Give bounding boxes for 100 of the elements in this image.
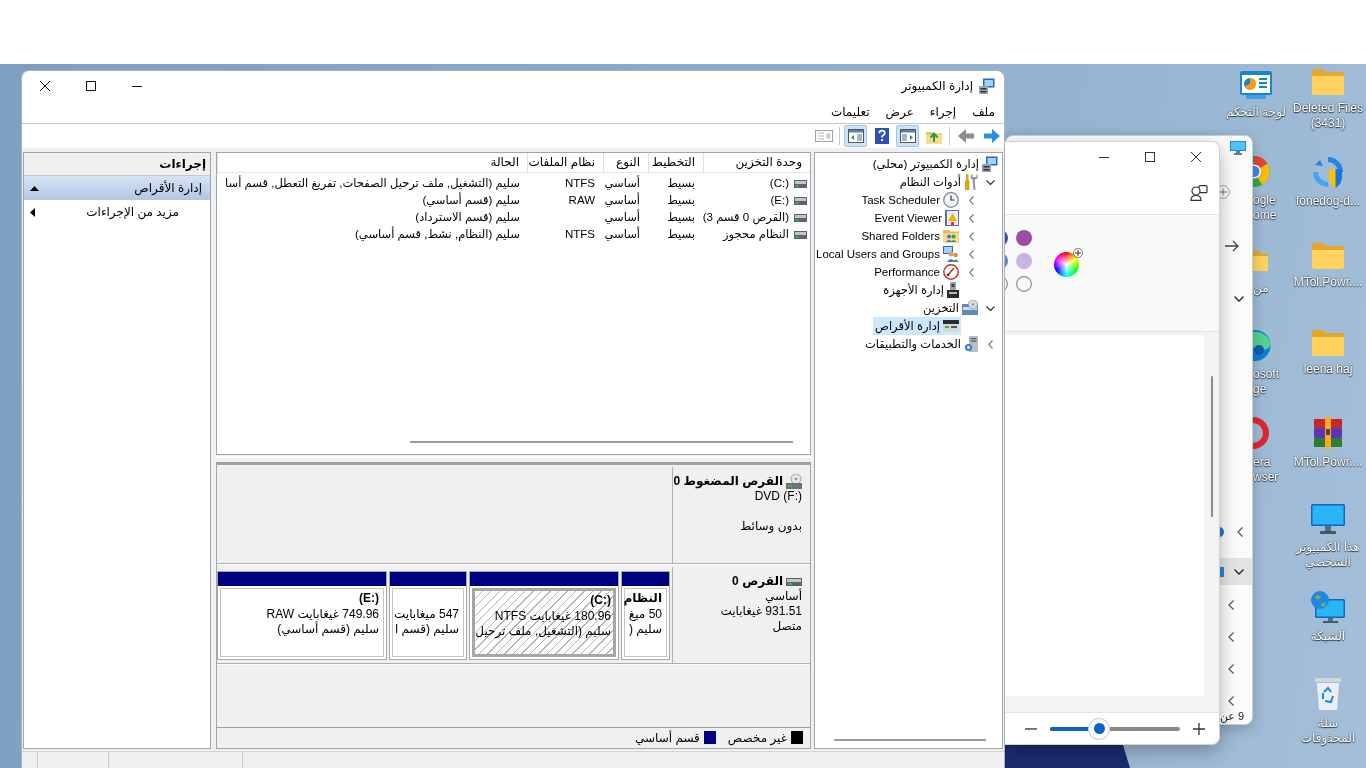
table-cell: أساسي (604, 228, 640, 240)
table-cell: أساسي (604, 177, 640, 189)
scrollbar-thumb[interactable] (834, 739, 986, 741)
color-wheel-icon[interactable] (1054, 248, 1083, 277)
disk-drive-icon (786, 577, 802, 586)
table-cell: بسيط (667, 194, 695, 206)
table-cell: سليم (قسم الاسترداد) (415, 211, 520, 223)
gauge-icon (943, 264, 959, 280)
chevron-down-icon[interactable] (985, 305, 995, 311)
chevron-left-icon[interactable] (968, 195, 974, 205)
column-header[interactable]: وحدة التخزين (703, 153, 810, 172)
partition-block[interactable]: 547 ميغابايت سليم (قسم ا (389, 571, 467, 660)
tree-pane-icon (899, 129, 916, 143)
scrollbar-thumb[interactable] (1210, 376, 1213, 517)
disk-type: DVD (F:) (754, 489, 802, 503)
chevron-left-icon[interactable] (968, 213, 974, 223)
disk-type: أساسي (764, 589, 802, 603)
disk-size: 931.51 غيغابايت (720, 604, 802, 618)
tree-item[interactable]: أدوات النظام (897, 173, 980, 191)
legend-label: قسم أساسي (635, 730, 700, 745)
tree-item[interactable]: التخزين (921, 299, 980, 317)
tree-item[interactable]: إدارة الكمبيوتر (محلي) (870, 155, 1000, 173)
table-cell: بسيط (667, 228, 695, 240)
tree-item[interactable]: Shared Folders (859, 227, 961, 245)
forward-arrow-icon (983, 129, 1000, 143)
tools-icon (964, 174, 978, 190)
tree-item[interactable]: Local Users and Groups (814, 245, 961, 263)
zoom-slider[interactable] (1050, 718, 1180, 739)
column-header[interactable]: النوع (603, 153, 648, 172)
tree-item[interactable]: الخدمات والتطبيقات (862, 335, 980, 353)
chevron-left-icon (1228, 600, 1234, 610)
chevron-left-icon (1228, 696, 1234, 706)
drive-icon (794, 179, 807, 188)
monitor-icon (1230, 141, 1246, 155)
column-header[interactable]: نظام الملفات (527, 153, 603, 172)
maximize-icon (1145, 152, 1155, 162)
computer-management-icon (982, 156, 998, 172)
close-icon (40, 81, 50, 91)
chevron-left-icon[interactable] (968, 231, 974, 241)
minimize-icon (132, 85, 142, 87)
toolbar-button[interactable] (896, 125, 919, 147)
slider-thumb[interactable] (1089, 718, 1110, 739)
menu-item[interactable]: ملف (964, 102, 1003, 122)
action-item[interactable]: إدارة الأقراص (24, 176, 210, 200)
color-swatch-icon[interactable] (1016, 230, 1032, 246)
menu-item[interactable]: تعليمات (822, 102, 878, 122)
forward-arrow-icon[interactable] (1225, 240, 1239, 252)
menu-item[interactable]: عرض (877, 102, 922, 122)
table-cell: NTFS (564, 228, 595, 240)
circular-arrows-icon (1312, 156, 1344, 188)
server-gear-icon (964, 336, 978, 352)
tree-item[interactable]: إدارة الأجهزة (881, 281, 961, 299)
table-cell: RAW (568, 194, 595, 206)
partition-block[interactable]: النظام 50 ميغ سليم ( (621, 571, 670, 660)
tree-item[interactable]: Performance (872, 263, 961, 281)
toolbar-button[interactable] (844, 125, 867, 147)
action-item[interactable]: مزيد من الإجراءات (24, 200, 210, 224)
color-swatch-icon[interactable] (1016, 253, 1032, 269)
computer-management-icon (979, 78, 995, 94)
chevron-left-icon[interactable] (968, 267, 974, 277)
table-cell: أساسي (604, 194, 640, 206)
disk-name: القرص 0 (732, 574, 783, 588)
disk-status: متصل (772, 619, 802, 633)
nav-item[interactable] (1220, 558, 1252, 585)
column-header[interactable]: الحالة (217, 153, 527, 172)
shared-folder-icon (943, 229, 959, 243)
clock-icon (943, 192, 959, 208)
chevron-left-icon[interactable] (987, 339, 993, 349)
chevron-left-icon (1228, 632, 1234, 642)
help-icon (874, 128, 889, 144)
recycle-bin-icon (1315, 678, 1341, 710)
drive-icon (794, 213, 807, 222)
table-cell: سليم (النظام, نشط, قسم أساسي) (355, 228, 520, 240)
color-swatch-icon[interactable] (1016, 276, 1032, 292)
window-title: إدارة الكمبيوتر (901, 79, 973, 93)
tree-item[interactable]: إدارة الأقراص (873, 317, 961, 335)
zoom-out-icon[interactable] (1025, 727, 1037, 730)
ring-icon (1253, 417, 1269, 449)
collapse-triangle-icon (30, 185, 39, 191)
back-arrow-icon (957, 129, 974, 143)
maximize-icon (86, 81, 96, 91)
column-header[interactable]: التخطيط (648, 153, 703, 172)
drive-icon (794, 196, 807, 205)
chevron-left-icon[interactable] (968, 249, 974, 259)
tree-item[interactable]: Event Viewer (872, 209, 961, 227)
zoom-in-icon[interactable] (1193, 722, 1205, 735)
scrollbar-thumb[interactable] (410, 441, 793, 443)
shapes-icon[interactable] (1190, 185, 1208, 201)
menu-item[interactable]: إجراء (921, 102, 965, 122)
table-cell: سليم (قسم أساسي) (422, 194, 520, 206)
chevron-down-icon[interactable] (1234, 296, 1244, 302)
chevron-down-icon[interactable] (985, 179, 995, 185)
tree-item[interactable]: Task Scheduler (859, 191, 961, 209)
chevron-left-icon (1237, 527, 1243, 537)
folder-icon (1253, 251, 1268, 271)
pane-splitter[interactable] (216, 456, 811, 464)
folder-icon (1312, 243, 1344, 269)
color-swatch-icon[interactable] (1005, 276, 1008, 292)
submenu-arrow-icon (30, 207, 35, 217)
item-count: 9 عن (1220, 710, 1245, 722)
